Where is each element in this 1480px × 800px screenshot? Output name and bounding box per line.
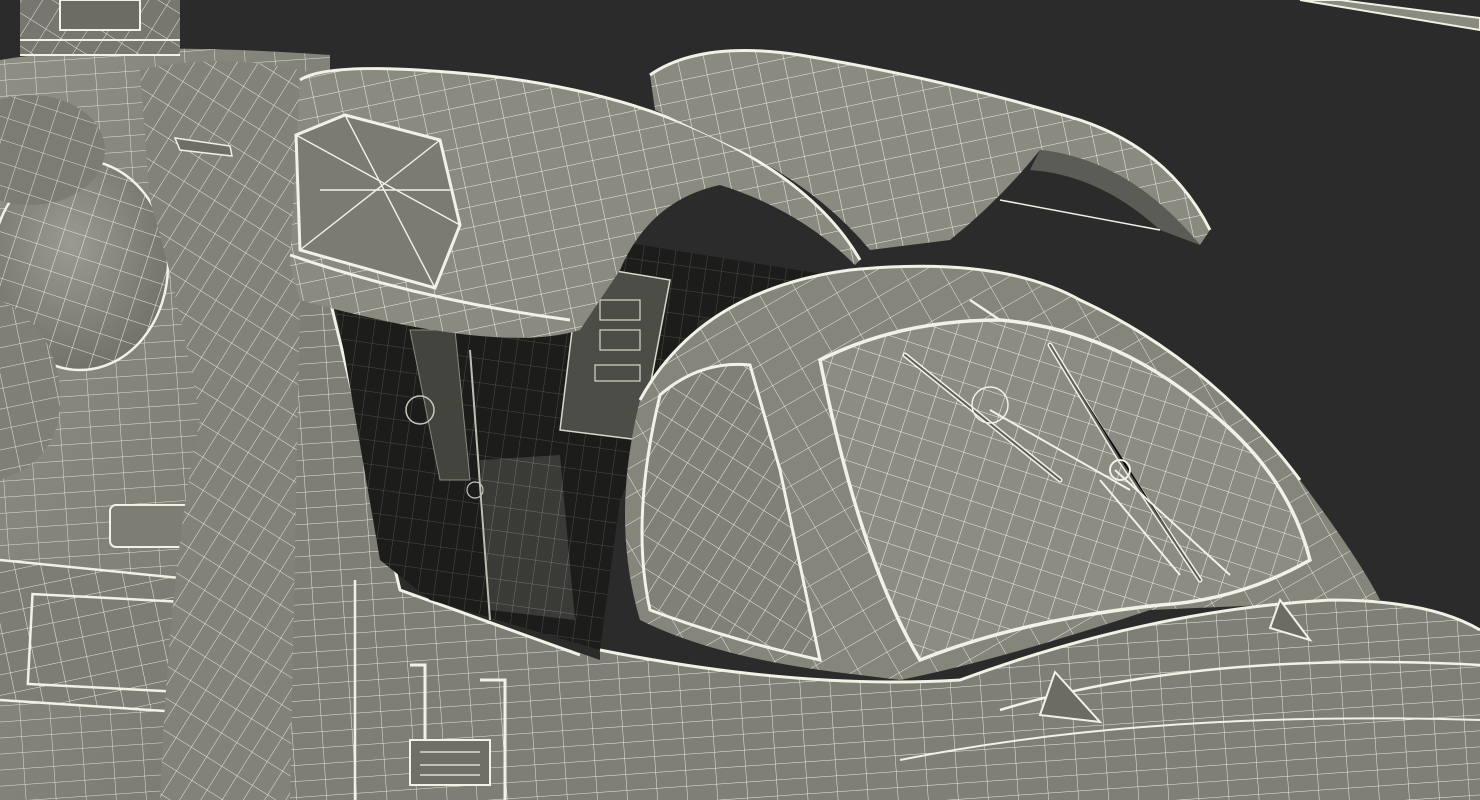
helicopter-wireframe-render [0, 0, 1480, 800]
rotor-blade-edge [1299, 0, 1480, 32]
rotor-mast [20, 0, 180, 56]
render-viewport [0, 0, 1480, 800]
